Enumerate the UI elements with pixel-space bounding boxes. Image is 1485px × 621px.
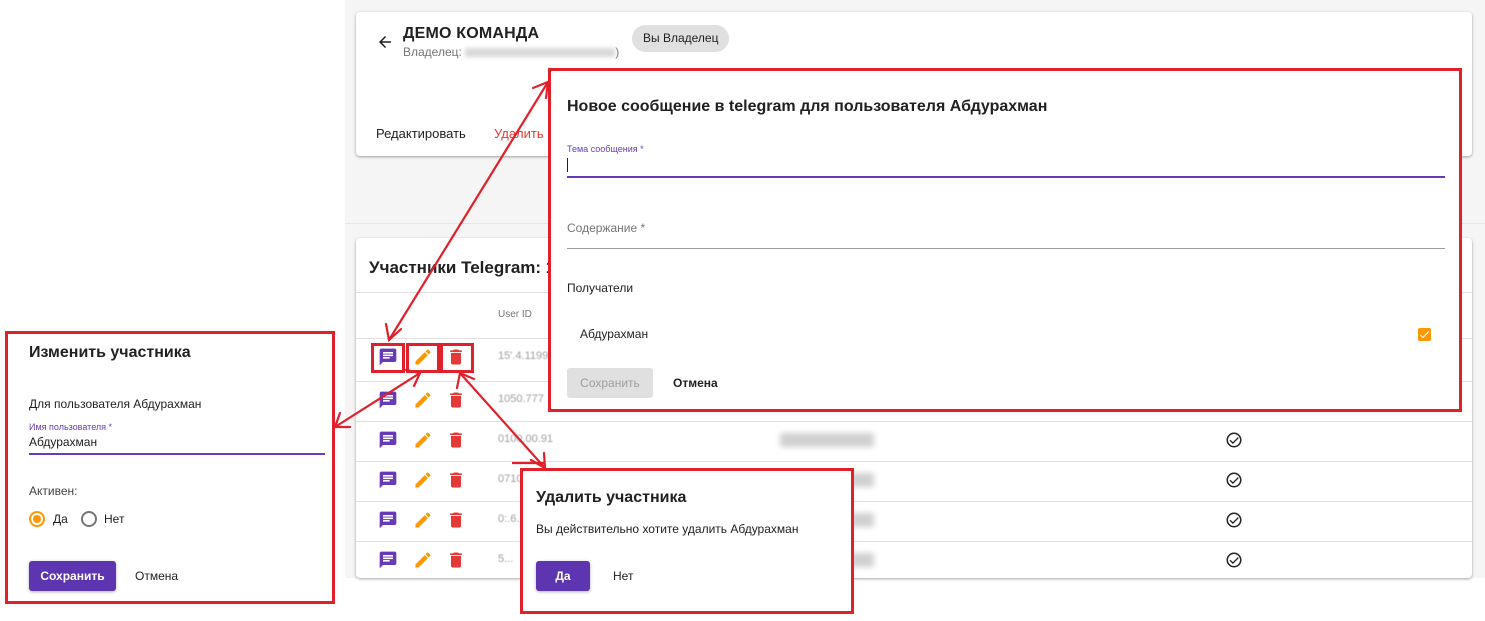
team-title: ДЕМО КОМАНДА	[403, 25, 540, 42]
table-divider	[356, 421, 1472, 422]
edit-icon[interactable]	[413, 430, 433, 450]
edit-cancel-button[interactable]: Отмена	[135, 569, 178, 583]
message-save-button[interactable]: Сохранить	[567, 368, 653, 398]
delete-member-dialog: Удалить участника Вы действительно хотит…	[520, 468, 854, 614]
active-check-icon	[1226, 552, 1242, 568]
active-no-radio[interactable]	[81, 511, 97, 527]
active-check-icon	[1226, 432, 1242, 448]
username-label: Имя пользователя *	[29, 422, 113, 432]
message-dialog-title: Новое сообщение в telegram для пользоват…	[567, 98, 1048, 115]
active-yes-radio[interactable]	[29, 511, 45, 527]
text-cursor	[567, 158, 568, 172]
checkmark-icon	[1419, 331, 1430, 339]
delete-dialog-title: Удалить участника	[536, 489, 687, 506]
edit-icon[interactable]	[413, 550, 433, 570]
delete-no-button[interactable]: Нет	[613, 569, 633, 583]
back-arrow-icon[interactable]	[376, 33, 394, 51]
redacted-cell	[780, 433, 874, 447]
highlight-message-icon	[371, 343, 405, 373]
team-owner: Владелец: )	[403, 45, 620, 59]
table-divider	[356, 461, 1472, 462]
subject-input[interactable]	[567, 176, 1445, 178]
message-cancel-button[interactable]: Отмена	[673, 376, 718, 390]
delete-team-button[interactable]: Удалить	[494, 126, 544, 141]
user-id-cell: 1050.777	[498, 393, 544, 405]
active-check-icon	[1226, 472, 1242, 488]
active-yes-label: Да	[53, 512, 68, 526]
subject-label: Тема сообщения *	[567, 144, 644, 154]
user-id-cell: 0100.00.91	[498, 433, 554, 445]
edit-icon[interactable]	[413, 510, 433, 530]
delete-icon[interactable]	[446, 390, 466, 410]
column-header-user-id: User ID	[498, 309, 532, 320]
message-icon[interactable]	[378, 470, 398, 490]
table-row	[378, 510, 468, 532]
recipients-label: Получатели	[567, 281, 634, 295]
user-id-cell: 5...	[498, 553, 514, 565]
edit-member-dialog: Изменить участника Для пользователя Абду…	[5, 331, 335, 604]
edit-for-user: Для пользователя Абдурахман	[29, 397, 202, 411]
edit-icon[interactable]	[413, 390, 433, 410]
message-icon[interactable]	[378, 390, 398, 410]
user-id-cell: 15'.4.1199	[498, 350, 549, 362]
delete-dialog-text: Вы действительно хотите удалить Абдурахм…	[536, 522, 799, 536]
edit-save-button[interactable]: Сохранить	[29, 561, 116, 591]
members-title: Участники Telegram: 1	[369, 258, 556, 277]
username-input[interactable]	[29, 453, 325, 455]
username-value[interactable]: Абдурахман	[29, 435, 97, 449]
message-icon[interactable]	[378, 430, 398, 450]
recipient-name: Абдурахман	[580, 327, 649, 341]
active-check-icon	[1226, 512, 1242, 528]
recipient-checkbox[interactable]	[1418, 328, 1431, 341]
active-label: Активен:	[29, 484, 78, 498]
message-dialog: Новое сообщение в telegram для пользоват…	[548, 68, 1462, 412]
table-row	[378, 430, 468, 452]
edit-dialog-title: Изменить участника	[29, 344, 191, 361]
content-label: Содержание *	[567, 221, 646, 235]
content-input[interactable]	[567, 248, 1445, 249]
delete-icon[interactable]	[446, 470, 466, 490]
highlight-delete-icon	[440, 343, 474, 373]
owner-badge: Вы Владелец	[632, 25, 730, 52]
active-no-label: Нет	[104, 512, 125, 526]
delete-icon[interactable]	[446, 430, 466, 450]
table-row	[378, 390, 468, 412]
highlight-edit-icon	[406, 343, 440, 373]
delete-icon[interactable]	[446, 510, 466, 530]
edit-team-button[interactable]: Редактировать	[376, 126, 466, 141]
delete-icon[interactable]	[446, 550, 466, 570]
delete-yes-button[interactable]: Да	[536, 561, 590, 591]
message-icon[interactable]	[378, 550, 398, 570]
message-icon[interactable]	[378, 510, 398, 530]
edit-icon[interactable]	[413, 470, 433, 490]
table-row	[378, 470, 468, 492]
table-row	[378, 550, 468, 572]
